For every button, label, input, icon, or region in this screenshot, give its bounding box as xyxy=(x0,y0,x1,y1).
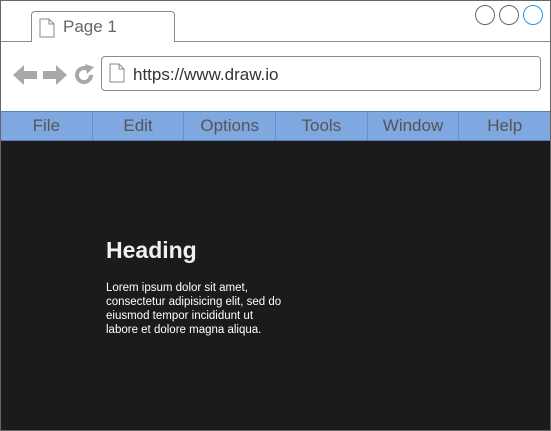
body-paragraph: Lorem ipsum dolor sit amet, consectetur … xyxy=(106,282,282,336)
menu-item-edit[interactable]: Edit xyxy=(93,112,185,140)
tab-label: Page 1 xyxy=(63,17,117,36)
window-control-circle-3[interactable] xyxy=(523,5,543,25)
address-bar[interactable]: https://www.draw.io xyxy=(101,56,541,91)
reload-icon[interactable] xyxy=(72,63,96,92)
menu-bar: File Edit Options Tools Window Help xyxy=(1,111,550,141)
browser-window: Page 1 https://www.draw.io File Edit Opt… xyxy=(0,0,551,431)
page-heading: Heading xyxy=(106,237,197,263)
menu-item-tools[interactable]: Tools xyxy=(276,112,368,140)
tab-bar: Page 1 xyxy=(1,1,550,42)
window-control-circle-2[interactable] xyxy=(499,5,519,25)
address-row: https://www.draw.io xyxy=(1,42,550,111)
menu-item-options[interactable]: Options xyxy=(184,112,277,140)
document-icon xyxy=(109,63,125,88)
page-content: Heading Lorem ipsum dolor sit amet, cons… xyxy=(1,141,550,430)
menu-item-file[interactable]: File xyxy=(1,112,93,140)
window-control-circle-1[interactable] xyxy=(475,5,495,25)
back-arrow-icon[interactable] xyxy=(12,63,38,92)
menu-item-help[interactable]: Help xyxy=(459,112,550,140)
menu-item-window[interactable]: Window xyxy=(368,112,460,140)
document-icon xyxy=(39,18,55,43)
url-text: https://www.draw.io xyxy=(133,65,279,84)
tab-page-1[interactable]: Page 1 xyxy=(31,11,175,42)
forward-arrow-icon[interactable] xyxy=(42,63,68,92)
